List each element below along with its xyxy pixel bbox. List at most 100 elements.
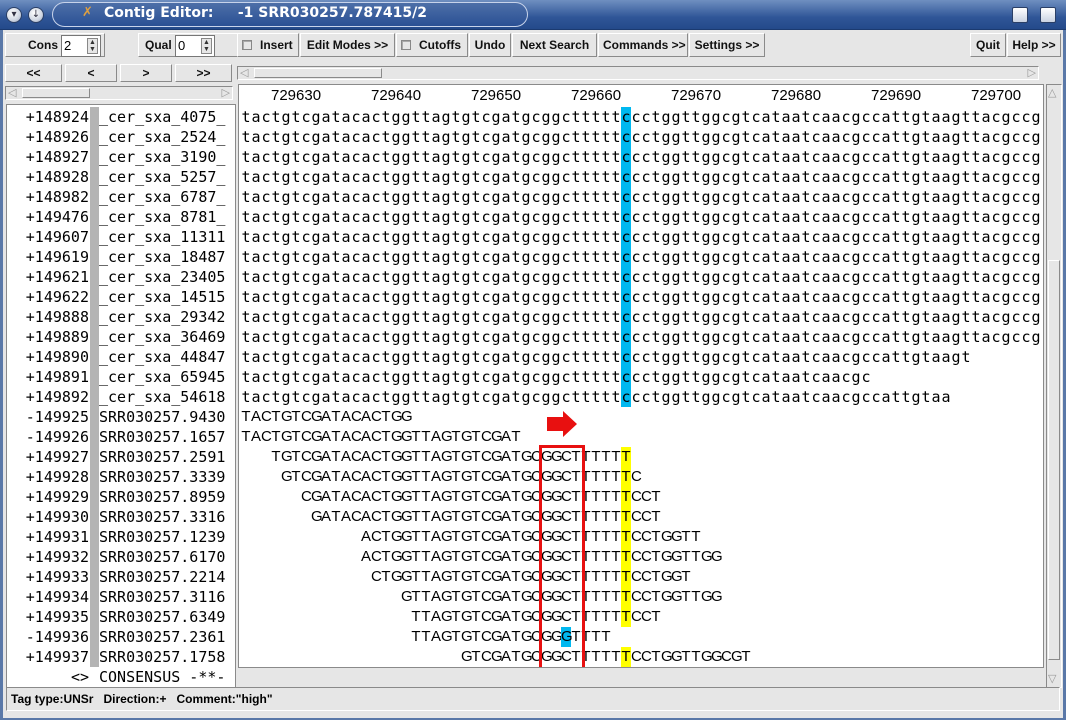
read-name[interactable]: _cer_sxa_36469 xyxy=(99,327,225,347)
sequence-row[interactable]: tactgtcgatacactggttagtgtcgatgcggctttttcc… xyxy=(241,347,971,367)
read-name[interactable]: _cer_sxa_23405 xyxy=(99,267,225,287)
names-hscrollbar[interactable]: ◁ ▷ xyxy=(5,86,233,100)
sequence-row[interactable]: tactgtcgatacactggttagtgtcgatgcggctttttcc… xyxy=(241,167,1041,187)
read-number: -149926 xyxy=(25,428,89,446)
read-name[interactable]: SRR030257.1758 xyxy=(99,647,225,667)
read-marker xyxy=(90,187,99,207)
spin-arrows-icon[interactable]: ▲ ▼ xyxy=(87,38,98,54)
scroll-thumb[interactable] xyxy=(254,68,382,78)
scroll-left-icon[interactable]: ◁ xyxy=(8,87,16,99)
insert-toggle[interactable]: Insert xyxy=(237,33,299,57)
sequence-row[interactable]: tactgtcgatacactggttagtgtcgatgcggctttttcc… xyxy=(241,267,1041,287)
read-name[interactable]: _cer_sxa_29342 xyxy=(99,307,225,327)
read-name[interactable]: SRR030257.3116 xyxy=(99,587,225,607)
sequence-row[interactable]: TACTGTCGATACACTGG xyxy=(241,407,412,427)
read-number: +149889 xyxy=(25,328,89,346)
sequence-row[interactable]: GTCGATGCGGCTTTTTTCCTGGTTGGCGT xyxy=(241,647,751,667)
read-name[interactable]: _cer_sxa_5257_ xyxy=(99,167,225,187)
scroll-down-icon[interactable]: ▽ xyxy=(1048,673,1056,685)
read-number: +149928 xyxy=(25,468,89,486)
read-number: +148982 xyxy=(25,188,89,206)
shade-icon[interactable]: ↓ xyxy=(28,7,44,23)
sequence-row[interactable]: ACTGGTTAGTGTCGATGCGGCTTTTTTCCTGGTTGG xyxy=(241,547,723,567)
read-name[interactable]: SRR030257.3339 xyxy=(99,467,225,487)
read-number: +148924 xyxy=(25,108,89,126)
read-name[interactable]: SRR030257.2591 xyxy=(99,447,225,467)
sequence-row[interactable]: tactgtcgatacactggttagtgtcgatgcggctttttcc… xyxy=(241,247,1041,267)
read-name[interactable]: _cer_sxa_18487 xyxy=(99,247,225,267)
scroll-left-icon[interactable]: ◁ xyxy=(240,67,248,79)
next-button[interactable]: > xyxy=(120,64,172,82)
sequence-row[interactable]: tactgtcgatacactggttagtgtcgatgcggctttttcc… xyxy=(241,147,1041,167)
settings-button[interactable]: Settings >> xyxy=(689,33,765,57)
read-marker xyxy=(90,367,99,387)
sequence-hscrollbar[interactable]: ◁ ▷ xyxy=(237,66,1039,80)
sequence-row[interactable]: CTGGTTAGTGTCGATGCGGCTTTTTTCCTGGT xyxy=(241,567,691,587)
read-name[interactable]: _cer_sxa_65945 xyxy=(99,367,225,387)
read-name[interactable]: SRR030257.1239 xyxy=(99,527,225,547)
scroll-right-icon[interactable]: ▷ xyxy=(1028,67,1036,79)
sequence-row[interactable]: CGATACACTGGTTAGTGTCGATGCGGCTTTTTTCCT xyxy=(241,487,661,507)
read-name[interactable]: SRR030257.8959 xyxy=(99,487,225,507)
read-name[interactable]: SRR030257.1657 xyxy=(99,427,225,447)
sequence-row[interactable]: tactgtcgatacactggttagtgtcgatgcggctttttcc… xyxy=(241,387,951,407)
spin-arrows-icon[interactable]: ▲ ▼ xyxy=(201,38,212,54)
read-name[interactable]: SRR030257.3316 xyxy=(99,507,225,527)
vscroll-thumb[interactable] xyxy=(1048,260,1060,660)
sequence-row[interactable]: tactgtcgatacactggttagtgtcgatgcggctttttcc… xyxy=(241,227,1041,247)
quit-button[interactable]: Quit xyxy=(970,33,1006,57)
sequence-vscrollbar[interactable]: △ ▽ xyxy=(1046,84,1062,688)
consensus-row[interactable]: TACTGTCGATACACTGGTTAGTGTCGATGCGGCTTTTTTC… xyxy=(241,667,1041,668)
read-name[interactable]: _cer_sxa_2524_ xyxy=(99,127,225,147)
sequence-row[interactable]: tactgtcgatacactggttagtgtcgatgcggctttttcc… xyxy=(241,127,1041,147)
maximize-icon[interactable] xyxy=(1012,7,1028,23)
sequence-row[interactable]: GTTAGTGTCGATGCGGCTTTTTTCCTGGTTGG xyxy=(241,587,723,607)
read-name[interactable]: SRR030257.2214 xyxy=(99,567,225,587)
read-name[interactable]: _cer_sxa_4075_ xyxy=(99,107,225,127)
read-name[interactable]: CONSENSUS -**- xyxy=(99,667,225,687)
undo-button[interactable]: Undo xyxy=(469,33,511,57)
prev-button[interactable]: < xyxy=(65,64,117,82)
scroll-up-icon[interactable]: △ xyxy=(1048,87,1056,99)
read-name[interactable]: _cer_sxa_6787_ xyxy=(99,187,225,207)
read-name[interactable]: SRR030257.6170 xyxy=(99,547,225,567)
help-button[interactable]: Help >> xyxy=(1007,33,1061,57)
read-name[interactable]: SRR030257.9430 xyxy=(99,407,225,427)
sequence-row[interactable]: GATACACTGGTTAGTGTCGATGCGGCTTTTTTCCT xyxy=(241,507,661,527)
sequence-row[interactable]: tactgtcgatacactggttagtgtcgatgcggctttttcc… xyxy=(241,367,871,387)
commands-button[interactable]: Commands >> xyxy=(598,33,688,57)
next-search-button[interactable]: Next Search xyxy=(512,33,597,57)
sequence-row[interactable]: tactgtcgatacactggttagtgtcgatgcggctttttcc… xyxy=(241,327,1041,347)
cons-spinbox[interactable]: 2 ▲ ▼ xyxy=(61,35,101,57)
read-name[interactable]: _cer_sxa_54618 xyxy=(99,387,225,407)
sequence-row[interactable]: tactgtcgatacactggttagtgtcgatgcggctttttcc… xyxy=(241,207,1041,227)
read-name[interactable]: _cer_sxa_3190_ xyxy=(99,147,225,167)
insert-label: Insert xyxy=(260,38,293,52)
last-button[interactable]: >> xyxy=(175,64,232,82)
read-name[interactable]: _cer_sxa_14515 xyxy=(99,287,225,307)
sequence-row[interactable]: tactgtcgatacactggttagtgtcgatgcggctttttcc… xyxy=(241,187,1041,207)
cutoffs-label: Cutoffs xyxy=(419,38,461,52)
scroll-right-icon[interactable]: ▷ xyxy=(222,87,230,99)
first-button[interactable]: << xyxy=(5,64,62,82)
cutoffs-toggle[interactable]: Cutoffs xyxy=(396,33,468,57)
sequence-row[interactable]: ACTGGTTAGTGTCGATGCGGCTTTTTTCCTGGTT xyxy=(241,527,701,547)
scroll-thumb[interactable] xyxy=(22,88,90,98)
read-name[interactable]: SRR030257.6349 xyxy=(99,607,225,627)
sequence-row[interactable]: tactgtcgatacactggttagtgtcgatgcggctttttcc… xyxy=(241,107,1041,127)
edit-modes-button[interactable]: Edit Modes >> xyxy=(300,33,395,57)
close-icon[interactable] xyxy=(1040,7,1056,23)
sequence-row[interactable]: tactgtcgatacactggttagtgtcgatgcggctttttcc… xyxy=(241,287,1041,307)
sequence-row[interactable]: TTAGTGTCGATGCGGCTTTTTTCCT xyxy=(241,607,661,627)
red-highlight-box xyxy=(539,445,585,667)
sequence-row[interactable]: TACTGTCGATACACTGGTTAGTGTCGAT xyxy=(241,427,521,447)
read-name[interactable]: _cer_sxa_11311 xyxy=(99,227,225,247)
read-name[interactable]: _cer_sxa_44847 xyxy=(99,347,225,367)
read-marker xyxy=(90,167,99,187)
read-number: +149888 xyxy=(25,308,89,326)
read-name[interactable]: _cer_sxa_8781_ xyxy=(99,207,225,227)
qual-spinbox[interactable]: 0 ▲ ▼ xyxy=(175,35,215,57)
sequence-row[interactable]: tactgtcgatacactggttagtgtcgatgcggctttttcc… xyxy=(241,307,1041,327)
read-name[interactable]: SRR030257.2361 xyxy=(99,627,225,647)
window-menu-icon[interactable]: ▾ xyxy=(6,7,22,23)
